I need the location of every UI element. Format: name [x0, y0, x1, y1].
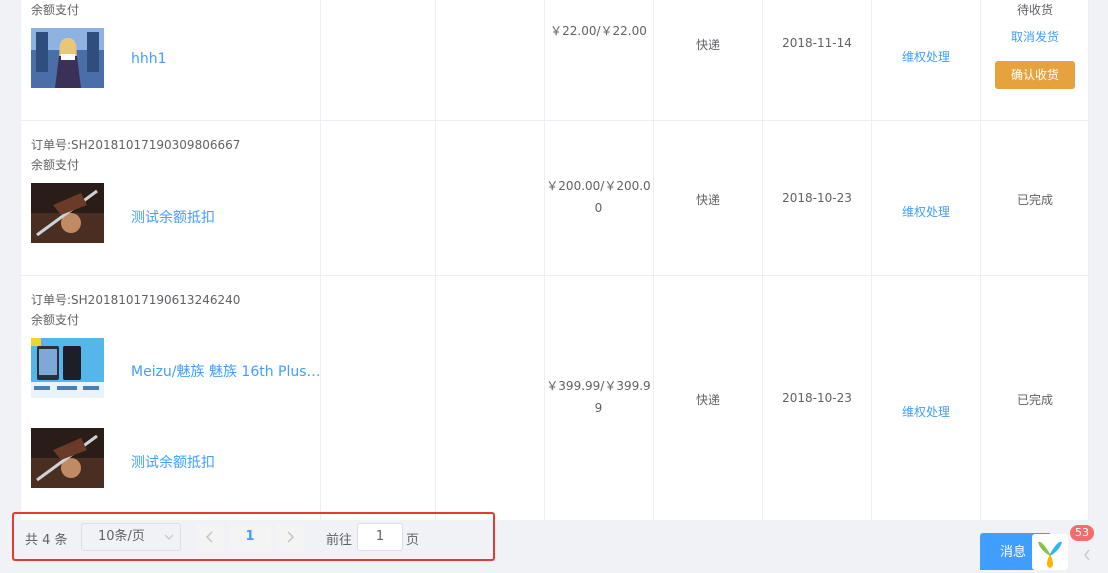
chevron-down-icon — [164, 524, 174, 561]
order-number: 订单号:SH20181017190613246240 — [31, 293, 241, 307]
price: ￥200.00/￥200.00 — [546, 179, 651, 215]
order-status: 已完成 — [1016, 193, 1053, 207]
total-count: 共 4 条 — [25, 533, 68, 548]
payment-method: 余额支付 — [31, 313, 80, 327]
goto-suffix: 页 — [406, 533, 420, 548]
price: ￥399.99/￥399.99 — [546, 379, 651, 415]
order-date: 2018-11-14 — [782, 36, 852, 50]
order-date: 2018-10-23 — [782, 391, 852, 405]
product-name-link[interactable]: 测试余额抵扣 — [131, 452, 215, 472]
order-status: 待收货 — [1016, 3, 1053, 17]
shipping-method: 快递 — [695, 393, 720, 407]
chevron-left-icon[interactable] — [196, 523, 224, 551]
table-row: 余额支付 hhh1 ￥22.00/￥22.00 快递 2018-11-14 维权… — [21, 0, 1088, 121]
order-number: 订单号:SH20181017190309806667 — [31, 138, 241, 152]
app-logo-icon[interactable] — [1032, 534, 1068, 570]
chevron-left-icon[interactable] — [1082, 548, 1092, 566]
shipping-method: 快递 — [695, 193, 720, 207]
page-size-value: 10条/页 — [98, 529, 145, 544]
payment-method: 余额支付 — [31, 3, 80, 17]
table-row: 订单号:SH20181017190613246240 余额支付 Meizu/魅族… — [21, 276, 1088, 520]
product-image[interactable] — [31, 428, 104, 488]
product-image[interactable] — [31, 183, 104, 243]
product-name-link[interactable]: 测试余额抵扣 — [131, 207, 215, 227]
pagination: 共 4 条 10条/页 1 前往 1 页 — [12, 512, 495, 561]
goto-label: 前往 — [326, 533, 353, 548]
cancel-shipment-link[interactable]: 取消发货 — [981, 28, 1088, 45]
shipping-method: 快递 — [695, 38, 720, 52]
rights-link[interactable]: 维权处理 — [872, 403, 980, 420]
goto-page-input[interactable]: 1 — [357, 523, 403, 551]
product-image[interactable] — [31, 28, 104, 88]
notification-badge: 53 — [1070, 525, 1094, 541]
rights-link[interactable]: 维权处理 — [872, 203, 980, 220]
price: ￥22.00/￥22.00 — [550, 24, 647, 38]
page-size-select[interactable]: 10条/页 — [81, 523, 181, 551]
rights-link[interactable]: 维权处理 — [872, 48, 980, 65]
payment-method: 余额支付 — [31, 158, 80, 172]
chevron-right-icon[interactable] — [276, 523, 304, 551]
orders-table: 余额支付 hhh1 ￥22.00/￥22.00 快递 2018-11-14 维权… — [20, 0, 1089, 520]
product-image[interactable] — [31, 338, 104, 398]
confirm-receipt-button[interactable]: 确认收货 — [995, 61, 1075, 89]
product-name-link[interactable]: hhh1 — [131, 51, 167, 67]
order-status: 已完成 — [1016, 393, 1053, 407]
page-number-current[interactable]: 1 — [229, 523, 271, 551]
order-date: 2018-10-23 — [782, 191, 852, 205]
table-row: 订单号:SH20181017190309806667 余额支付 测试余额抵扣 ￥… — [21, 121, 1088, 276]
product-name-link[interactable]: Meizu/魅族 魅族 16th Plus ... — [131, 361, 321, 381]
